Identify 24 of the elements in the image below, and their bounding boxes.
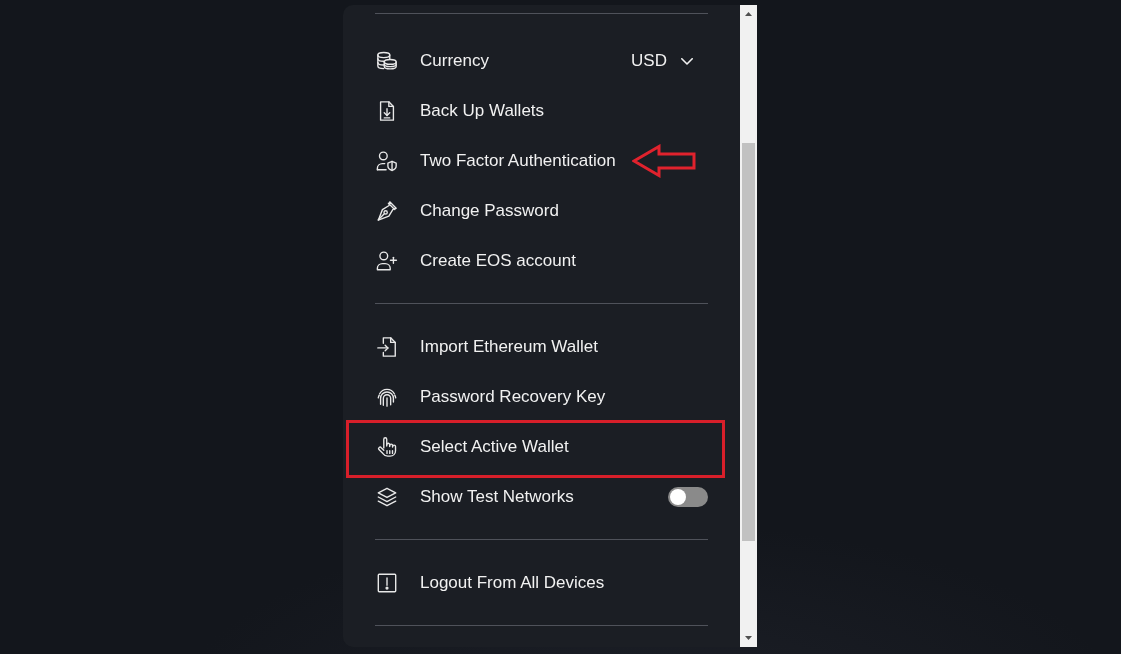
- highlighted-menu-item[interactable]: Select Active Wallet: [346, 420, 725, 478]
- menu-item[interactable]: Two Factor Authentication: [375, 136, 708, 186]
- scrollbar[interactable]: [740, 5, 757, 647]
- scrollbar-thumb[interactable]: [742, 143, 755, 541]
- menu-item[interactable]: Import Ethereum Wallet: [375, 322, 708, 372]
- file-import-icon: [376, 336, 398, 358]
- scroll-up-icon[interactable]: [745, 12, 752, 16]
- toggle-switch[interactable]: [668, 487, 708, 507]
- user-plus-icon: [376, 250, 398, 272]
- chevron-down-icon: [681, 57, 693, 65]
- layers-icon: [376, 486, 398, 508]
- fingerprint-icon: [376, 386, 398, 408]
- menu-item[interactable]: Change Password: [375, 186, 708, 236]
- menu-item[interactable]: Create EOS account: [375, 236, 708, 286]
- currency-selector[interactable]: Currency USD: [375, 36, 708, 86]
- pen-nib-icon: [376, 200, 398, 222]
- user-shield-icon: [376, 150, 398, 172]
- menu-item[interactable]: Back Up Wallets: [375, 86, 708, 136]
- menu-item[interactable]: Password Recovery Key: [375, 372, 708, 422]
- alert-square-icon: [376, 572, 398, 594]
- coins-icon: [376, 50, 398, 72]
- hand-pointer-icon: [376, 436, 398, 458]
- menu-item[interactable]: Logout From All Devices: [375, 558, 708, 608]
- scroll-down-icon[interactable]: [745, 636, 752, 640]
